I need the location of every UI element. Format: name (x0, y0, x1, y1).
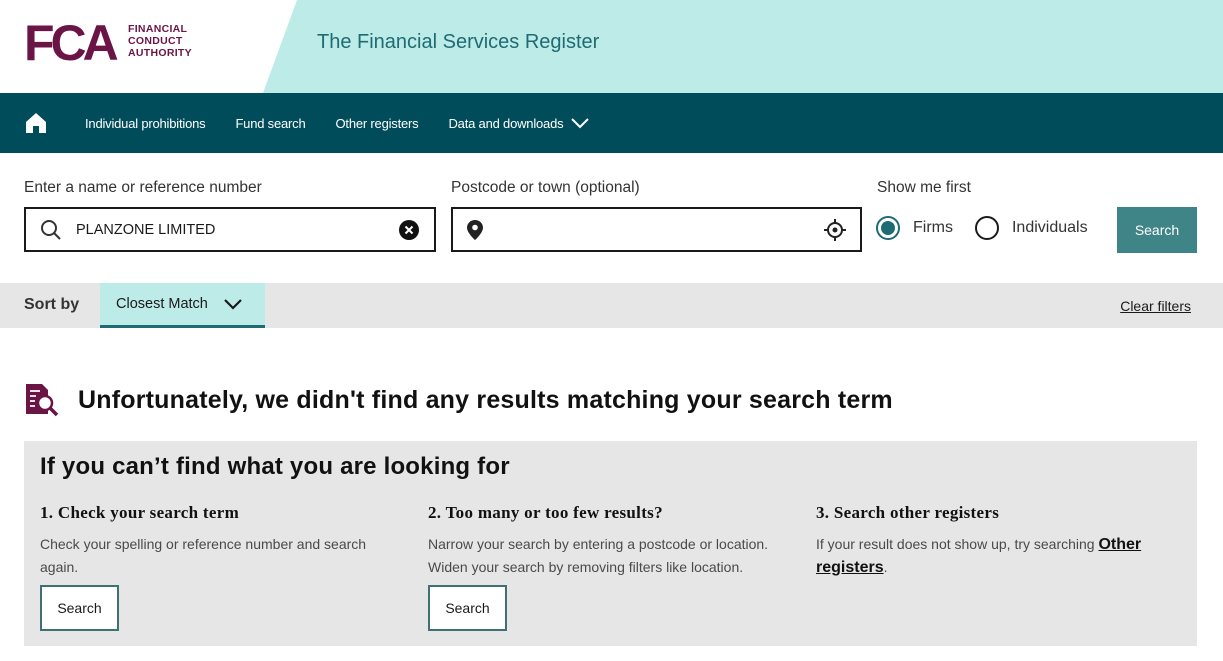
help-column-too-many-results: 2. Too many or too few results? Narrow y… (428, 503, 788, 579)
sort-bar: Sort by Closest Match Clear filters (0, 283, 1223, 328)
sort-selected-value: Closest Match (116, 296, 208, 312)
show-first-radio-group: Firms Individuals (876, 216, 1110, 240)
chevron-down-icon (571, 118, 590, 129)
help-panel: If you can’t find what you are looking f… (24, 441, 1197, 646)
postcode-search-field (451, 207, 862, 252)
help-panel-title: If you can’t find what you are looking f… (40, 453, 510, 480)
logo-text-line-1: FINANCIAL (128, 23, 188, 35)
clear-input-icon[interactable] (398, 219, 420, 241)
site-header: FCA FINANCIAL CONDUCT AUTHORITY The Fina… (0, 0, 1223, 93)
nav-item-label: Individual prohibitions (85, 115, 206, 131)
fca-logo-mark: FCA (24, 15, 118, 68)
location-pin-icon (467, 219, 483, 240)
name-field-label: Enter a name or reference number (24, 179, 262, 196)
help-column-title: 2. Too many or too few results? (428, 503, 663, 522)
svg-text:FCA: FCA (24, 15, 118, 68)
nav-item-other-registers[interactable]: Other registers (336, 116, 419, 131)
home-icon (26, 113, 46, 133)
radio-selected-dot (881, 221, 895, 235)
clear-filters-link[interactable]: Clear filters (1120, 298, 1191, 314)
search-button[interactable]: Search (1117, 207, 1197, 253)
help-column-check-search: 1. Check your search term Check your spe… (40, 503, 400, 579)
postcode-input[interactable] (497, 221, 824, 238)
help-column-title: 3. Search other registers (816, 503, 1000, 522)
nav-item-label: Other registers (335, 115, 419, 131)
logo-text-line-2: CONDUCT (128, 35, 183, 47)
show-first-label: Show me first (877, 179, 971, 196)
fca-logo[interactable]: FCA FINANCIAL CONDUCT AUTHORITY (24, 14, 192, 68)
help-column-text: If your result does not show up, try sea… (816, 533, 1176, 579)
nav-item-individual-prohibitions[interactable]: Individual prohibitions (85, 115, 206, 131)
no-results-heading: Unfortunately, we didn't find any result… (24, 382, 893, 418)
nav-item-fund-search[interactable]: Fund search (235, 116, 305, 131)
help-text-prefix: If your result does not show up, try sea… (816, 536, 1099, 552)
help-text-line: Narrow your search by entering a postcod… (428, 536, 769, 552)
help-column-text: Check your spelling or reference number … (40, 536, 367, 575)
help-column-text: Narrow your search by entering a postcod… (428, 533, 788, 579)
radio-firms[interactable] (876, 216, 900, 240)
postcode-field-label: Postcode or town (optional) (451, 179, 640, 196)
radio-individuals-label[interactable]: Individuals (1012, 219, 1088, 237)
nav-item-label: Fund search (235, 115, 306, 131)
name-search-input[interactable] (76, 221, 398, 238)
main-nav: Individual prohibitions Fund search Othe… (0, 93, 1223, 153)
no-results-message: Unfortunately, we didn't find any result… (78, 385, 893, 414)
help-search-button-2[interactable]: Search (428, 585, 507, 631)
help-search-button-1[interactable]: Search (40, 585, 119, 631)
chevron-down-icon (224, 299, 242, 310)
nav-item-data-and-downloads[interactable]: Data and downloads (448, 115, 590, 131)
help-column-other-registers: 3. Search other registers If your result… (816, 503, 1176, 579)
sort-by-label: Sort by (24, 296, 80, 313)
logo-text: FINANCIAL CONDUCT AUTHORITY (128, 23, 192, 59)
search-icon (40, 219, 62, 241)
help-column-title: 1. Check your search term (40, 503, 240, 522)
nav-item-label: Data and downloads (448, 115, 564, 131)
radio-firms-label[interactable]: Firms (913, 219, 953, 237)
document-search-icon (26, 384, 59, 417)
help-text-suffix: . (883, 559, 888, 575)
name-search-field (24, 207, 436, 252)
nav-home[interactable] (24, 111, 48, 135)
register-title[interactable]: The Financial Services Register (317, 31, 599, 54)
help-text-line: Widen your search by removing filters li… (428, 559, 744, 575)
logo-text-line-3: AUTHORITY (128, 47, 192, 59)
radio-individuals[interactable] (974, 216, 999, 240)
sort-select[interactable]: Closest Match (100, 283, 265, 328)
crosshair-icon[interactable] (824, 218, 846, 241)
